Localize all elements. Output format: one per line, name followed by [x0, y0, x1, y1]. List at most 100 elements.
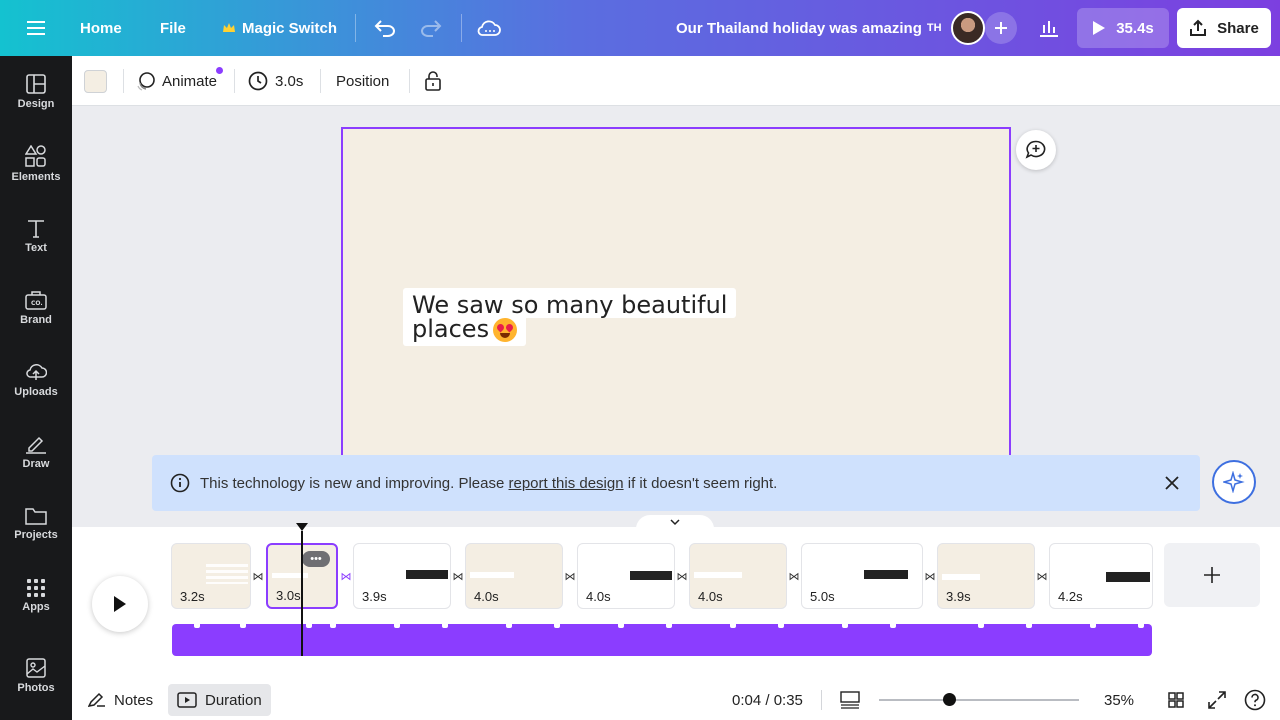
design-title[interactable]: Our Thailand holiday was amazing TH: [676, 0, 942, 56]
thumbnail-caption: [1106, 572, 1150, 582]
transition-icon[interactable]: ⋈: [1035, 569, 1049, 583]
audio-track[interactable]: [172, 624, 1152, 656]
scene-thumbnail-4[interactable]: 4.0s: [465, 543, 563, 609]
background-color-swatch[interactable]: [84, 70, 107, 93]
add-scene-button[interactable]: [1164, 543, 1260, 607]
lock-button[interactable]: [424, 56, 442, 106]
bottom-bar: Notes Duration 0:04 / 0:35 35%: [72, 680, 1280, 720]
audio-beat-marker: [1026, 624, 1032, 628]
left-sidebar: Design Elements Text CO. Brand Uploads D…: [0, 56, 72, 720]
zoom-slider-thumb[interactable]: [943, 693, 956, 706]
redo-button[interactable]: [416, 14, 446, 42]
audio-beat-marker: [506, 624, 512, 628]
expand-icon: [1208, 691, 1226, 709]
add-collaborator-button[interactable]: [985, 12, 1017, 44]
audio-beat-marker: [306, 624, 312, 628]
scene-more-options-button[interactable]: •••: [302, 551, 330, 567]
zoom-slider[interactable]: [879, 693, 1079, 706]
scene-thumbnail-8[interactable]: 3.9s: [937, 543, 1035, 609]
undo-button[interactable]: [370, 14, 400, 42]
animate-icon: [137, 72, 155, 91]
divider: [355, 14, 356, 42]
sidebar-item-photos[interactable]: Photos: [0, 640, 72, 712]
cloud-save-status[interactable]: [474, 14, 504, 42]
scene-thumbnail-9[interactable]: 4.2s: [1049, 543, 1153, 609]
transition-icon[interactable]: ⋈: [339, 569, 353, 583]
transition-icon[interactable]: ⋈: [251, 569, 265, 583]
grid-icon: [1168, 692, 1184, 708]
scene-thumbnail-6[interactable]: 4.0s: [689, 543, 787, 609]
canvas-text-element[interactable]: We saw so many beautiful places: [403, 288, 737, 346]
transition-icon[interactable]: ⋈: [451, 569, 465, 583]
scene-thumbnail-1[interactable]: 3.2s: [171, 543, 251, 609]
transition-icon[interactable]: ⋈: [675, 569, 689, 583]
audio-beat-marker: [666, 624, 672, 628]
avatar[interactable]: [951, 11, 985, 45]
menu-button[interactable]: [20, 16, 52, 40]
grid-view-button[interactable]: [1168, 680, 1184, 720]
thumbnail-caption: [406, 570, 448, 579]
share-button[interactable]: Share: [1177, 8, 1271, 48]
sidebar-item-projects[interactable]: Projects: [0, 488, 72, 560]
scene-thumbnail-3[interactable]: 3.9s: [353, 543, 451, 609]
sidebar-item-apps[interactable]: Apps: [0, 560, 72, 632]
file-button[interactable]: File: [160, 0, 186, 56]
transition-icon[interactable]: ⋈: [563, 569, 577, 583]
insights-button[interactable]: [1032, 12, 1066, 44]
lock-icon: [425, 71, 441, 91]
svg-text:CO.: CO.: [31, 300, 43, 307]
page-view-toggle[interactable]: [840, 680, 860, 720]
text-icon: [28, 220, 44, 238]
play-button[interactable]: [92, 576, 148, 632]
timing-button[interactable]: 3.0s: [248, 56, 303, 106]
close-icon: [1165, 476, 1179, 490]
sidebar-item-uploads[interactable]: Uploads: [0, 344, 72, 416]
duration-toggle-button[interactable]: Duration: [168, 684, 271, 716]
report-design-link[interactable]: report this design: [509, 475, 624, 492]
transition-icon[interactable]: ⋈: [923, 569, 937, 583]
sidebar-item-brand[interactable]: CO. Brand: [0, 272, 72, 344]
text-line-2: places: [403, 317, 527, 346]
layout-icon: [26, 74, 46, 94]
divider: [320, 69, 321, 93]
add-comment-button[interactable]: [1016, 130, 1056, 170]
sidebar-item-elements[interactable]: Elements: [0, 128, 72, 200]
info-notice-banner: This technology is new and improving. Pl…: [152, 455, 1200, 511]
help-button[interactable]: [1244, 680, 1266, 720]
playback-time: 0:04 / 0:35: [732, 691, 803, 709]
playhead-line[interactable]: [301, 531, 303, 656]
cloud-upload-icon: [26, 364, 47, 380]
pen-icon: [26, 436, 46, 454]
scene-thumbnail-5[interactable]: 4.0s: [577, 543, 675, 609]
sparkle-icon: [1223, 471, 1245, 493]
home-button[interactable]: Home: [80, 0, 122, 56]
sidebar-item-text[interactable]: Text: [0, 200, 72, 272]
thumbnail-title-text: [206, 564, 248, 584]
present-button[interactable]: 35.4s: [1077, 8, 1169, 48]
notice-text: This technology is new and improving. Pl…: [200, 474, 778, 492]
sidebar-item-design[interactable]: Design: [0, 56, 72, 128]
divider: [461, 14, 462, 42]
position-button[interactable]: Position: [336, 56, 389, 106]
animate-button[interactable]: Animate: [136, 56, 224, 106]
fullscreen-button[interactable]: [1208, 680, 1226, 720]
cloud-icon: [477, 20, 501, 36]
close-notice-button[interactable]: [1162, 473, 1182, 493]
shapes-icon: [25, 145, 46, 167]
sidebar-item-draw[interactable]: Draw: [0, 416, 72, 488]
help-icon: [1244, 689, 1266, 711]
thumbnail-caption: [470, 572, 514, 578]
brand-icon: CO.: [25, 291, 47, 310]
zoom-level[interactable]: 35%: [1104, 680, 1134, 720]
plus-icon: [1204, 567, 1220, 583]
audio-beat-marker: [730, 624, 736, 628]
audio-beat-marker: [194, 624, 200, 628]
collapse-timeline-button[interactable]: [636, 515, 714, 529]
magic-assistant-button[interactable]: [1212, 460, 1256, 504]
play-icon: [1093, 21, 1106, 35]
transition-icon[interactable]: ⋈: [787, 569, 801, 583]
notes-button[interactable]: Notes: [88, 680, 153, 720]
scene-thumbnail-7[interactable]: 5.0s: [801, 543, 923, 609]
audio-beat-marker: [1138, 624, 1144, 628]
magic-switch-button[interactable]: Magic Switch: [222, 0, 337, 56]
